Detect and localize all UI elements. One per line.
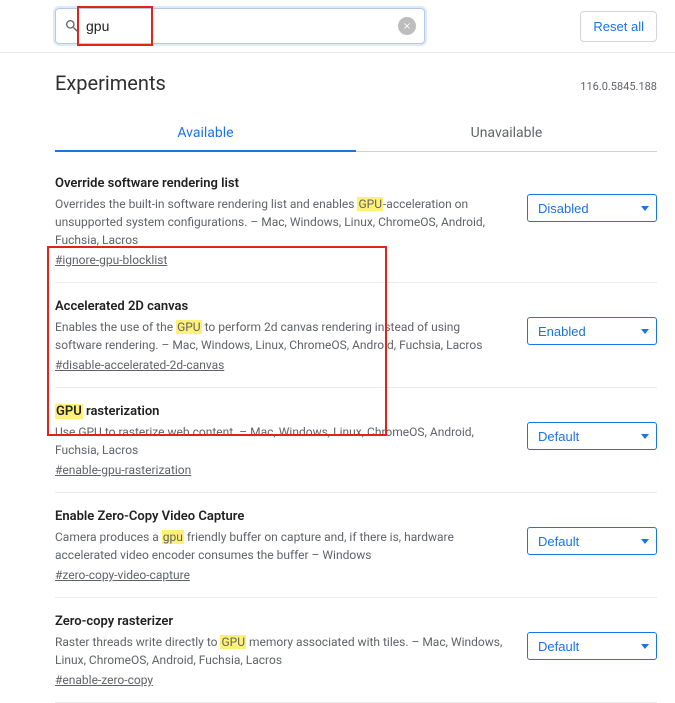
flag-anchor-link[interactable]: #enable-gpu-rasterization (55, 463, 191, 477)
tab-unavailable[interactable]: Unavailable (356, 115, 657, 151)
flag-anchor-link[interactable]: #ignore-gpu-blocklist (55, 253, 167, 267)
flag-description: Use GPU to rasterize web content. – Mac,… (55, 423, 507, 459)
flag-state-select[interactable]: DefaultEnabledDisabled (527, 194, 657, 222)
flag-title: GPU rasterization (55, 404, 507, 419)
flag-description: Camera produces a gpu friendly buffer on… (55, 528, 507, 564)
close-icon (402, 21, 412, 31)
flag-title: Zero-copy rasterizer (55, 614, 507, 629)
search-icon (64, 18, 80, 34)
flag-anchor-link[interactable]: #enable-zero-copy (55, 673, 153, 687)
flag-description: Raster threads write directly to GPU mem… (55, 633, 507, 669)
flag-anchor-link[interactable]: #zero-copy-video-capture (55, 568, 190, 582)
reset-all-button[interactable]: Reset all (580, 11, 657, 42)
flag-title: Enable Zero-Copy Video Capture (55, 509, 507, 524)
flag-row: Enable Zero-Copy Video Capture Camera pro… (55, 493, 657, 598)
flag-row: Zero-copy rasterizer Raster threads write… (55, 598, 657, 703)
flag-row: GPU rasterization Use GPU to rasterize we… (55, 388, 657, 493)
flag-title: Override software rendering list (55, 176, 507, 191)
tab-available[interactable]: Available (55, 115, 356, 151)
flag-state-select[interactable]: DefaultEnabledDisabled (527, 632, 657, 660)
flag-description: Enables the use of the GPU to perform 2d… (55, 318, 507, 354)
flag-row: Accelerated 2D canvas Enables the use of … (55, 283, 657, 388)
flag-state-select[interactable]: DefaultEnabledDisabled (527, 527, 657, 555)
flag-state-select[interactable]: DefaultEnabledDisabled (527, 317, 657, 345)
flag-state-select[interactable]: DefaultEnabledDisabled (527, 422, 657, 450)
flag-anchor-link[interactable]: #disable-accelerated-2d-canvas (55, 358, 224, 372)
search-input[interactable] (86, 18, 416, 34)
flag-title: Accelerated 2D canvas (55, 299, 507, 314)
flag-row: Override software rendering list Override… (55, 160, 657, 283)
page-title: Experiments (55, 71, 166, 95)
clear-search-button[interactable] (398, 17, 416, 35)
flag-description: Overrides the built-in software renderin… (55, 195, 507, 249)
version-label: 116.0.5845.188 (580, 80, 657, 93)
